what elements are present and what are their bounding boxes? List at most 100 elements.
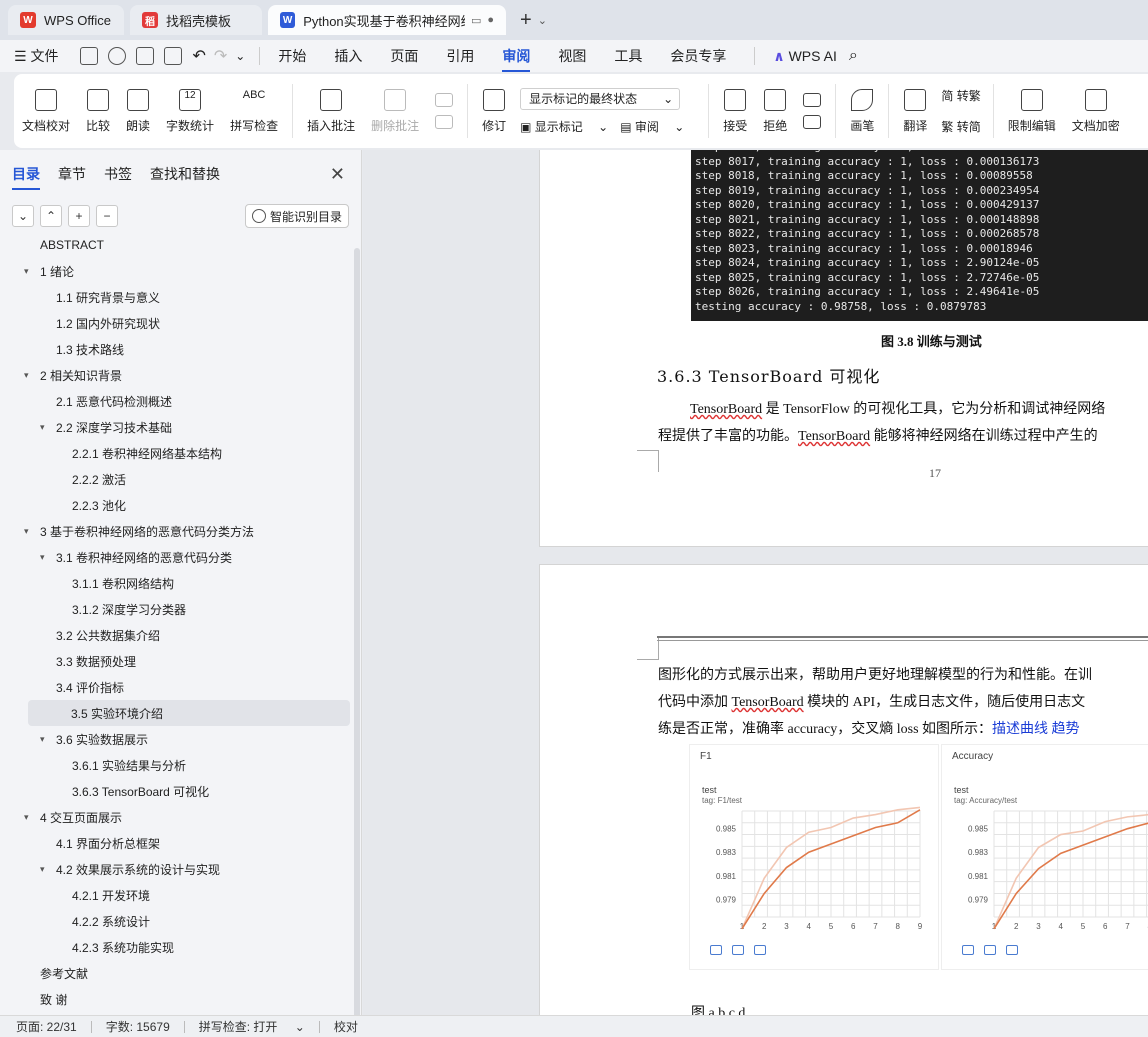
tab-docer-templates[interactable]: 稻 找稻壳模板 — [130, 5, 262, 35]
translate-button[interactable]: 翻译 — [903, 88, 927, 134]
chevron-down-icon[interactable]: ⌄ — [538, 14, 547, 27]
reject-button[interactable]: 拒绝 — [763, 88, 787, 134]
collapse-caret-icon[interactable]: ▾ — [24, 266, 34, 277]
toc-item[interactable]: ▾ 3.6 实验数据展示 — [0, 726, 354, 752]
hyperlink-text[interactable]: 描述曲线 趋势 — [992, 722, 1080, 737]
collapse-caret-icon[interactable]: ▾ — [40, 552, 50, 563]
doc-encrypt-button[interactable]: 文档加密 — [1072, 88, 1120, 134]
toc-item[interactable]: 3.3 数据预处理 — [0, 648, 354, 674]
tab-wps-office[interactable]: W WPS Office — [8, 5, 124, 35]
menu-page[interactable]: 页面 — [390, 46, 418, 66]
toc-item[interactable]: 2.2.2 激活 — [0, 466, 354, 492]
menu-wps-ai[interactable]: ∧ WPS AI — [773, 48, 837, 65]
toc-item[interactable]: 3.2 公共数据集介绍 — [0, 622, 354, 648]
toc-item[interactable]: 4.2.3 系统功能实现 — [0, 934, 354, 960]
collapse-caret-icon[interactable]: ▾ — [24, 812, 34, 823]
toc-item[interactable]: 致 谢 — [0, 986, 354, 1007]
smart-toc-button[interactable]: 智能识别目录 — [244, 204, 349, 228]
menu-start[interactable]: 开始 — [278, 46, 306, 66]
expand-down-icon[interactable]: ⌄ — [12, 205, 34, 227]
menu-view[interactable]: 视图 — [558, 46, 586, 66]
remove-heading-icon[interactable]: − — [96, 205, 118, 227]
toc-item[interactable]: 4.2.2 系统设计 — [0, 908, 354, 934]
pen-button[interactable]: 画笔 — [850, 88, 874, 134]
toc-item[interactable]: ▾ 4 交互页面展示 — [0, 804, 354, 830]
toc-item[interactable]: 4.1 界面分析总框架 — [0, 830, 354, 856]
toc-item[interactable]: ABSTRACT — [0, 232, 354, 258]
save-icon[interactable] — [80, 47, 99, 65]
tab-toc[interactable]: 目录 — [12, 164, 40, 190]
menu-reference[interactable]: 引用 — [446, 46, 474, 66]
compare-button[interactable]: 比较 — [86, 88, 110, 134]
toc-item[interactable]: 3.4 评价指标 — [0, 674, 354, 700]
toc-item[interactable]: 2.2.3 池化 — [0, 492, 354, 518]
print-icon[interactable] — [136, 47, 155, 65]
new-tab-plus-icon[interactable]: + — [520, 9, 532, 32]
print-preview-icon[interactable] — [164, 47, 183, 65]
share-icon[interactable] — [108, 47, 127, 65]
spell-check-toggle[interactable]: 拼写检查: 打开 ⌄ — [199, 1018, 305, 1035]
delete-comment-button[interactable]: 删除批注 — [371, 88, 419, 134]
toc-item[interactable]: 2.2.1 卷积神经网络基本结构 — [0, 440, 354, 466]
tab-current-document[interactable]: W Python实现基于卷积神经网络 ▭ ● — [268, 5, 506, 35]
tab-bookmarks[interactable]: 书签 — [104, 164, 132, 184]
toc-item[interactable]: 3.1.1 卷积网络结构 — [0, 570, 354, 596]
redo-icon[interactable]: ↷ — [214, 46, 227, 66]
expand-chart-icon[interactable] — [754, 945, 766, 955]
read-aloud-button[interactable]: 朗读 — [126, 88, 150, 134]
accept-button[interactable]: 接受 — [723, 88, 747, 134]
fit-domain-icon[interactable] — [710, 945, 722, 955]
word-count-indicator[interactable]: 字数: 15679 — [106, 1018, 170, 1035]
toc-scrollbar[interactable] — [354, 248, 360, 1018]
toc-item[interactable]: 参考文献 — [0, 960, 354, 986]
add-heading-icon[interactable]: + — [68, 205, 90, 227]
toc-item[interactable]: 1.1 研究背景与意义 — [0, 284, 354, 310]
word-count-button[interactable]: 12 字数统计 — [166, 88, 214, 134]
to-simplified-button[interactable]: 繁 转简 — [941, 118, 980, 135]
toc-item[interactable]: 1.3 技术路线 — [0, 336, 354, 362]
undo-icon[interactable]: ↶ — [192, 46, 205, 66]
review-pane-button[interactable]: ▤ 审阅 ⌄ — [620, 118, 684, 135]
fit-domain-icon[interactable] — [962, 945, 974, 955]
insert-comment-button[interactable]: 插入批注 — [307, 88, 355, 134]
prev-next-comment-buttons[interactable] — [435, 93, 454, 129]
toc-item[interactable]: 3.1.2 深度学习分类器 — [0, 596, 354, 622]
menu-member[interactable]: 会员专享 — [670, 46, 726, 66]
menu-insert[interactable]: 插入 — [334, 46, 362, 66]
toc-item[interactable]: ▾ 1 绪论 — [0, 258, 354, 284]
menu-review[interactable]: 审阅 — [502, 46, 531, 72]
revise-button[interactable]: 修订 — [482, 88, 506, 134]
search-icon[interactable]: ⌕ — [849, 47, 858, 65]
markup-state-select[interactable]: 显示标记的最终状态 ⌄ — [520, 87, 681, 110]
spell-check-button[interactable]: ABC 拼写检查 — [230, 89, 278, 134]
collapse-up-icon[interactable]: ⌃ — [40, 205, 62, 227]
toggle-log-icon[interactable] — [732, 945, 744, 955]
toc-item[interactable]: 3.5 实验环境介绍 — [28, 700, 350, 726]
tab-sections[interactable]: 章节 — [58, 164, 86, 184]
toc-item[interactable]: ▾ 4.2 效果展示系统的设计与实现 — [0, 856, 354, 882]
toc-item[interactable]: 3.6.3 TensorBoard 可视化 — [0, 778, 354, 804]
expand-chart-icon[interactable] — [1006, 945, 1018, 955]
menu-file[interactable]: ☰ 文件 — [14, 46, 58, 66]
unsaved-dot-icon[interactable]: ● — [487, 14, 494, 26]
close-icon[interactable]: ✕ — [330, 164, 345, 185]
tab-find-replace[interactable]: 查找和替换 — [150, 164, 220, 184]
toggle-log-icon[interactable] — [984, 945, 996, 955]
doc-check-button[interactable]: 文档校对 — [22, 88, 70, 134]
toc-item[interactable]: ▾ 3 基于卷积神经网络的恶意代码分类方法 — [0, 518, 354, 544]
collapse-caret-icon[interactable]: ▾ — [40, 422, 50, 433]
proofread-button[interactable]: 校对 — [334, 1018, 358, 1035]
prev-next-change-buttons[interactable] — [803, 93, 822, 129]
toc-item[interactable]: 2.1 恶意代码检测概述 — [0, 388, 354, 414]
collapse-caret-icon[interactable]: ▾ — [24, 526, 34, 537]
restrict-edit-button[interactable]: 限制编辑 — [1008, 88, 1056, 134]
toc-item[interactable]: ▾ 3.1 卷积神经网络的恶意代码分类 — [0, 544, 354, 570]
collapse-caret-icon[interactable]: ▾ — [40, 734, 50, 745]
show-markup-button[interactable]: ▣ 显示标记 ⌄ — [520, 118, 608, 135]
to-traditional-button[interactable]: 简 转繁 — [941, 87, 980, 104]
collapse-caret-icon[interactable]: ▾ — [24, 370, 34, 381]
toc-item[interactable]: 1.2 国内外研究现状 — [0, 310, 354, 336]
toc-item[interactable]: ▾ 2.2 深度学习技术基础 — [0, 414, 354, 440]
toc-item[interactable]: 4.2.1 开发环境 — [0, 882, 354, 908]
collapse-caret-icon[interactable]: ▾ — [40, 864, 50, 875]
